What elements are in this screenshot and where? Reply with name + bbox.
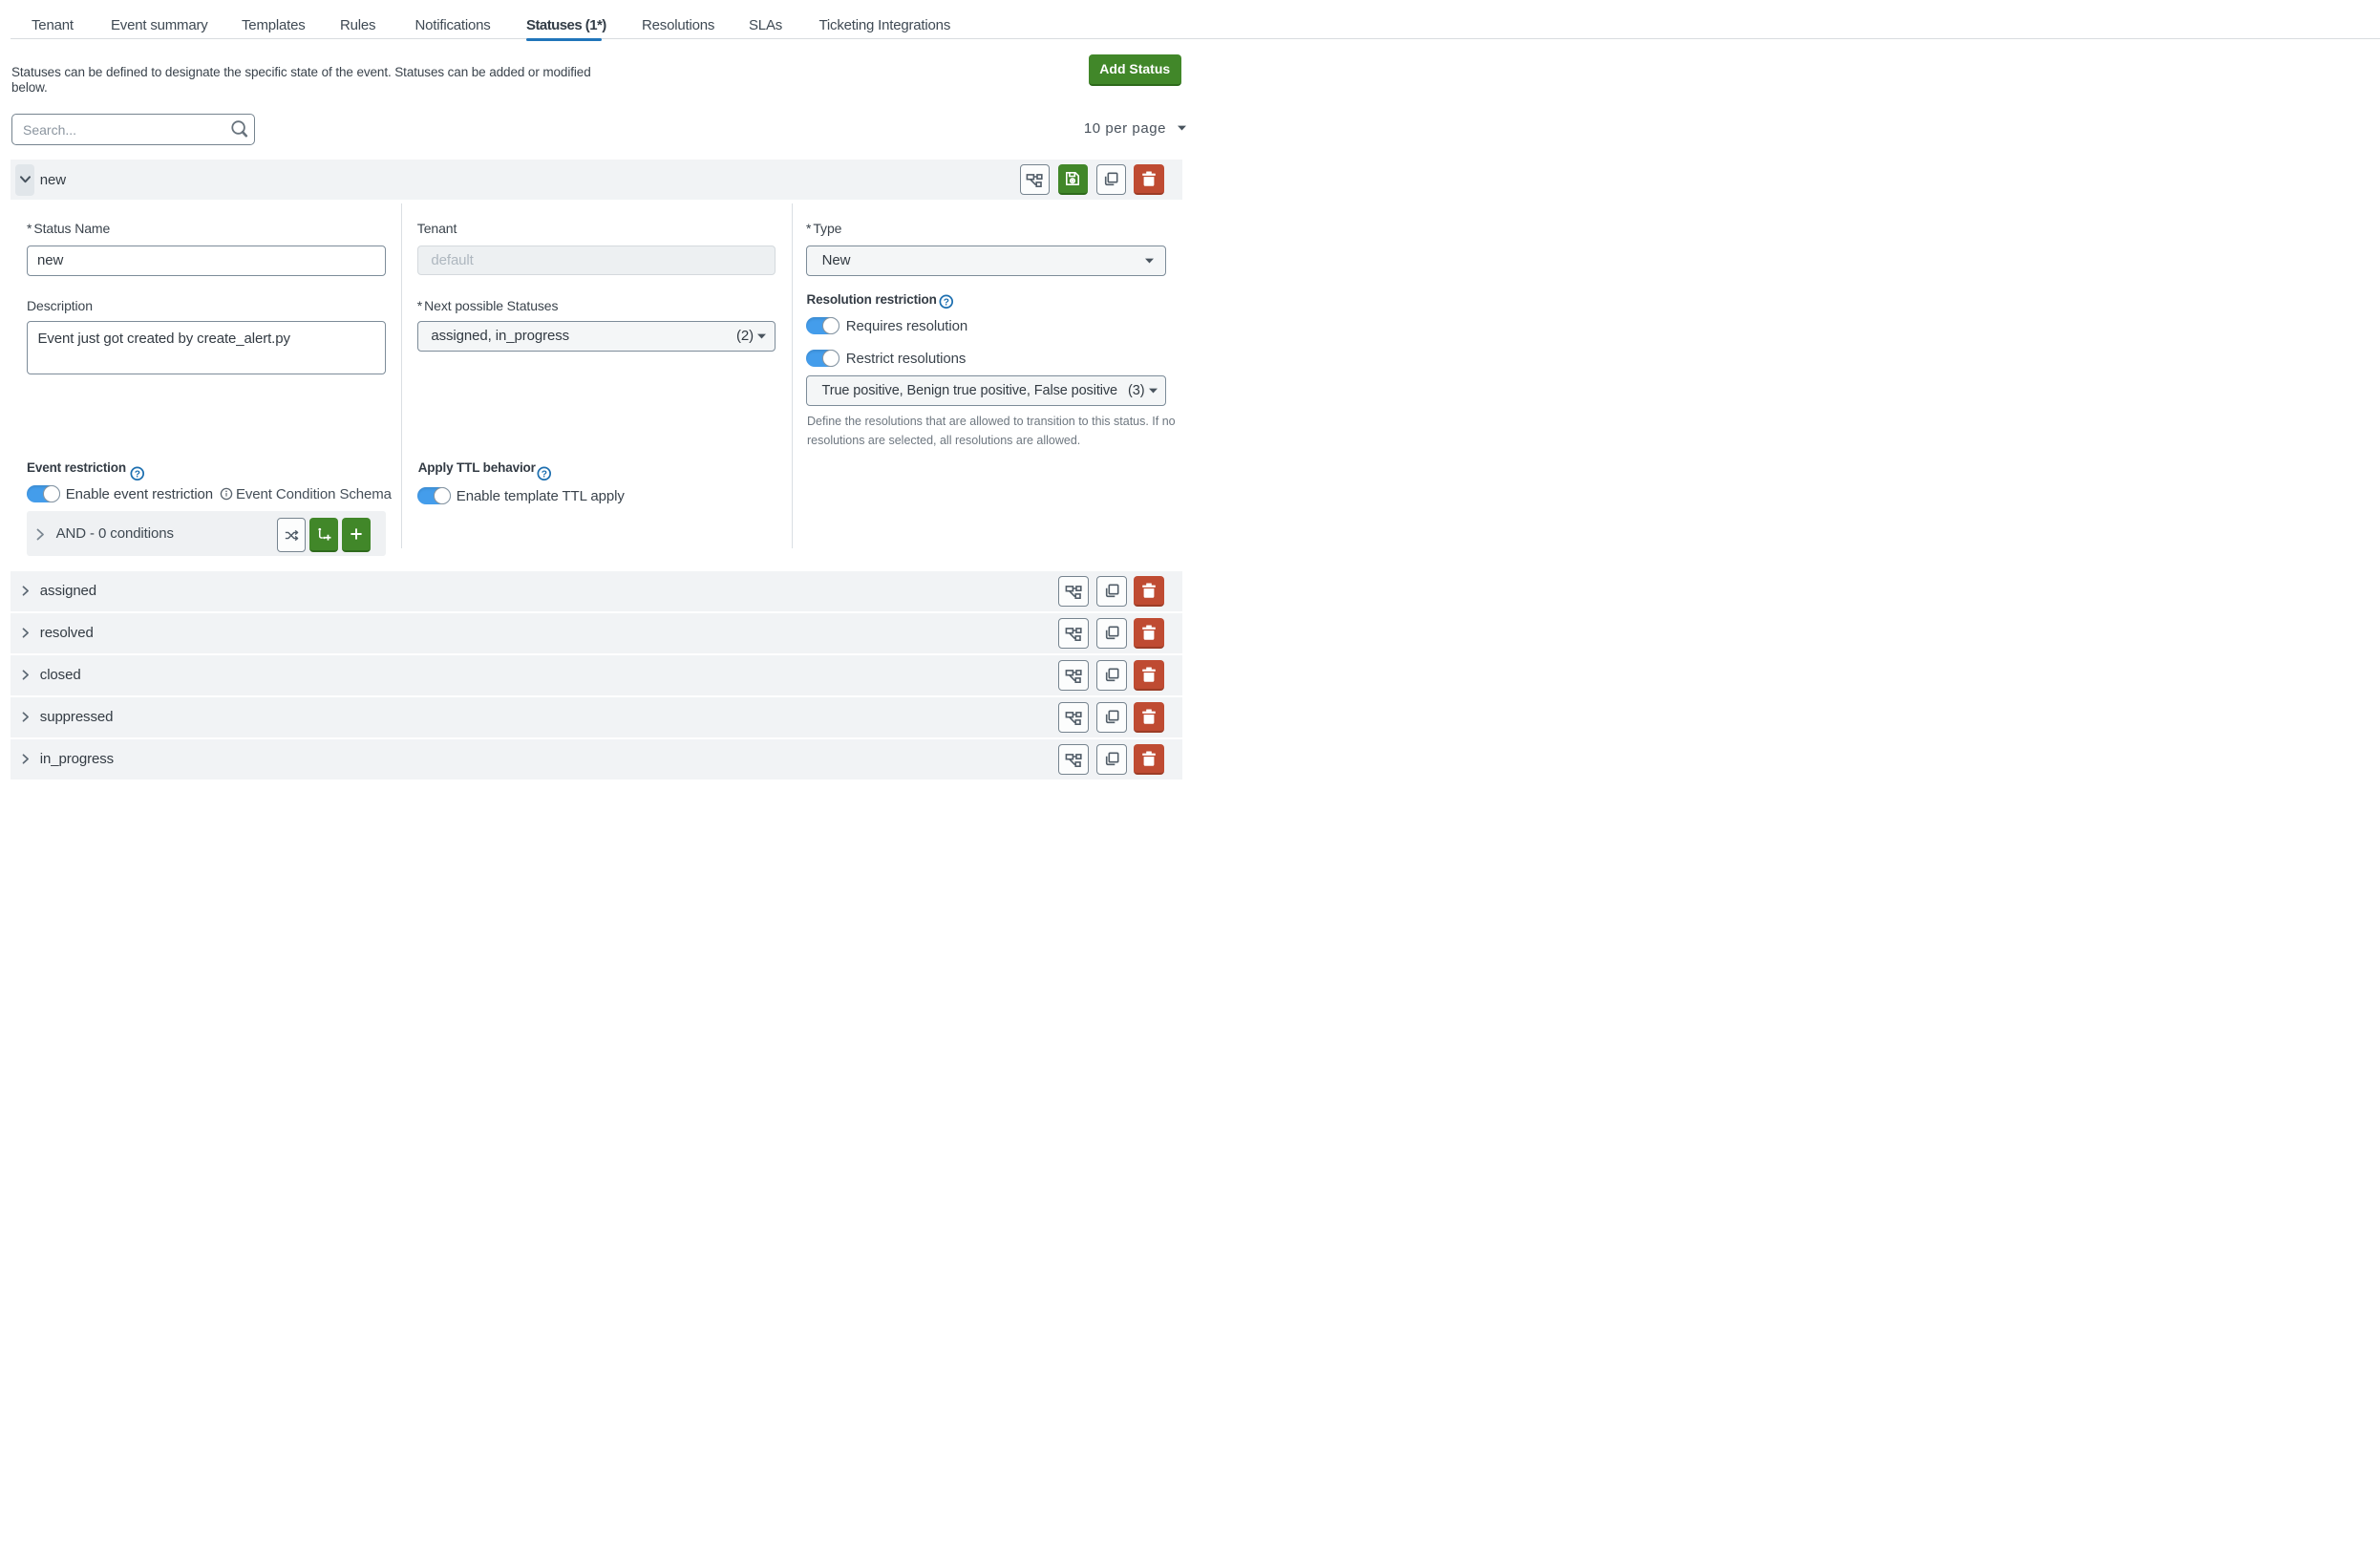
svg-text:?: ? [134,470,139,481]
svg-text:?: ? [542,470,547,481]
svg-text:?: ? [943,297,948,308]
